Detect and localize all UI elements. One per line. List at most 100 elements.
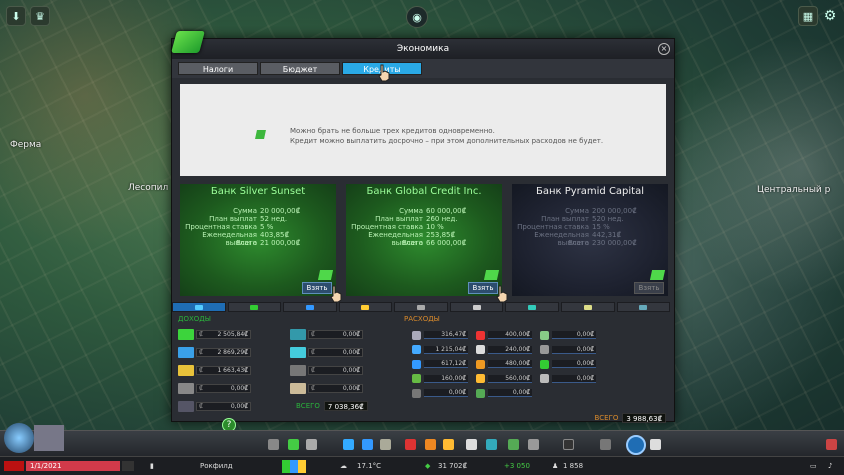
bank-name: Банк Global Credit Inc. [366, 186, 482, 197]
population-icon: ♟ [552, 462, 559, 470]
budget-category-strip [172, 302, 671, 312]
police-icon [476, 374, 485, 384]
bank-row-label: Всего [402, 239, 423, 247]
bank-row-value: 10 % [426, 223, 444, 231]
electricity-icon[interactable] [343, 439, 354, 450]
unique-buildings-icon[interactable] [528, 439, 539, 450]
close-button[interactable]: × [658, 43, 670, 55]
garbage-icon [412, 374, 421, 384]
hand-cursor-icon [495, 285, 509, 303]
income-value: ₡ 1 663,43₡ [196, 365, 251, 375]
settings-gear-icon[interactable]: ⚙ [820, 6, 840, 26]
category-button[interactable] [560, 302, 615, 312]
water-icon[interactable] [362, 439, 373, 450]
category-button[interactable] [394, 302, 448, 312]
bank-row-value: 5 % [260, 223, 274, 231]
zoning-icon[interactable] [288, 439, 299, 450]
demand-bars [282, 460, 306, 473]
info-icon[interactable]: ▮ [150, 460, 154, 472]
category-button[interactable] [616, 302, 671, 312]
bank-row-label: Всего [568, 239, 589, 247]
economy-button[interactable] [626, 435, 646, 455]
income-value: ₡ 0,00₡ [308, 347, 363, 357]
income-value: ₡ 0,00₡ [308, 383, 363, 393]
transport-icon[interactable] [486, 439, 497, 450]
income-value: ₡ 0,00₡ [308, 329, 363, 339]
health-icon [476, 330, 485, 340]
loan-info-line: Кредит можно выплатить досрочно – при эт… [290, 137, 604, 145]
parking-icon [290, 364, 306, 376]
unlock-icon[interactable]: ⬇ [6, 6, 26, 26]
money-amount: 31 702₡ [438, 462, 467, 470]
budget-overview: ДОХОДЫ ₡ 2 505,84₡ ₡ 2 869,29₡ ₡ 1 663,43₡ … [172, 315, 674, 423]
bank-card-global-credit: Банк Global Credit Inc. Сумма 60 000,00₡ … [346, 184, 502, 296]
temperature: 17.1°C [357, 462, 381, 470]
category-button[interactable] [283, 302, 337, 312]
category-button[interactable] [338, 302, 393, 312]
park-icon[interactable] [508, 439, 519, 450]
tab-taxes[interactable]: Налоги [178, 62, 258, 75]
garbage-icon[interactable] [380, 439, 391, 450]
water-icon [412, 359, 421, 369]
category-button[interactable] [172, 302, 226, 312]
transport-icon [290, 328, 306, 340]
bank-row-value: 20 000,00₡ [260, 207, 301, 215]
bank-card-pyramid-capital: Банк Pyramid Capital Сумма 200 000,00₡ Пл… [512, 184, 668, 296]
loan-info-panel: Можно брать не больше трех кредитов одно… [180, 84, 666, 176]
loan-icon [540, 374, 549, 384]
income-value: ₡ 0,00₡ [308, 365, 363, 375]
take-loan-button[interactable]: Взять [302, 282, 332, 294]
sound-icon[interactable]: ♪ [828, 460, 832, 472]
tab-budget[interactable]: Бюджет [260, 62, 340, 75]
police-icon[interactable] [443, 439, 454, 450]
bank-row-value: 260 нед. [426, 215, 458, 223]
hand-cursor-icon [329, 285, 343, 303]
district-icon[interactable] [306, 439, 317, 450]
city-icon[interactable] [34, 425, 64, 451]
pause-button[interactable] [4, 461, 24, 471]
take-loan-button[interactable]: Взять [468, 282, 498, 294]
bank-row-value: 403,85₡ [260, 231, 289, 239]
category-button[interactable] [505, 302, 559, 312]
road-icon [412, 330, 421, 340]
expense-value: 400,00₡ [488, 331, 532, 340]
chirper-icon[interactable]: ◉ [406, 6, 428, 28]
expense-value: 0,00₡ [552, 360, 596, 369]
expense-value: 160,00₡ [424, 374, 468, 383]
bank-row-label: План выплат [375, 215, 423, 223]
health-icon[interactable] [405, 439, 416, 450]
info-views-icon[interactable] [650, 439, 661, 450]
expense-value: 0,00₡ [424, 389, 468, 398]
camera-icon[interactable]: ▭ [810, 460, 817, 472]
expenses-total-value: 3 988,63₡ [622, 413, 666, 423]
globe-icon[interactable] [4, 423, 34, 453]
speed-button[interactable] [122, 461, 134, 471]
specialized-icon [178, 400, 194, 412]
bank-list: Банк Silver Sunset Сумма 20 000,00₡ План … [180, 184, 674, 296]
city-name[interactable]: Рокфилд [200, 460, 233, 472]
fire-icon [476, 359, 485, 369]
monument-icon [540, 330, 549, 340]
disasters-icon[interactable] [826, 439, 837, 450]
expense-value: 240,00₡ [488, 345, 532, 354]
income-section: ДОХОДЫ ₡ 2 505,84₡ ₡ 2 869,29₡ ₡ 1 663,43₡ … [178, 315, 404, 415]
bank-row-label: План выплат [541, 215, 589, 223]
category-button[interactable] [227, 302, 282, 312]
bulldozer-icon[interactable] [600, 439, 611, 450]
industrial-icon [178, 364, 194, 376]
expense-value: 480,00₡ [488, 360, 532, 369]
fire-icon[interactable] [425, 439, 436, 450]
achievements-icon[interactable]: ♛ [30, 6, 50, 26]
road-icon[interactable] [268, 439, 279, 450]
photo-mode-icon[interactable]: ▦ [798, 6, 818, 26]
commercial-icon [178, 346, 194, 358]
money-icon [171, 31, 205, 53]
income-total-value: 7 038,36₡ [323, 401, 368, 411]
bank-row-value: 52 нед. [260, 215, 288, 223]
income-total: ВСЕГО 7 038,36₡ [290, 401, 402, 411]
monument-icon[interactable] [563, 439, 574, 450]
category-button[interactable] [449, 302, 504, 312]
map-label-central: Центральный р [757, 185, 831, 195]
main-toolbar [0, 423, 844, 456]
education-icon[interactable] [466, 439, 477, 450]
